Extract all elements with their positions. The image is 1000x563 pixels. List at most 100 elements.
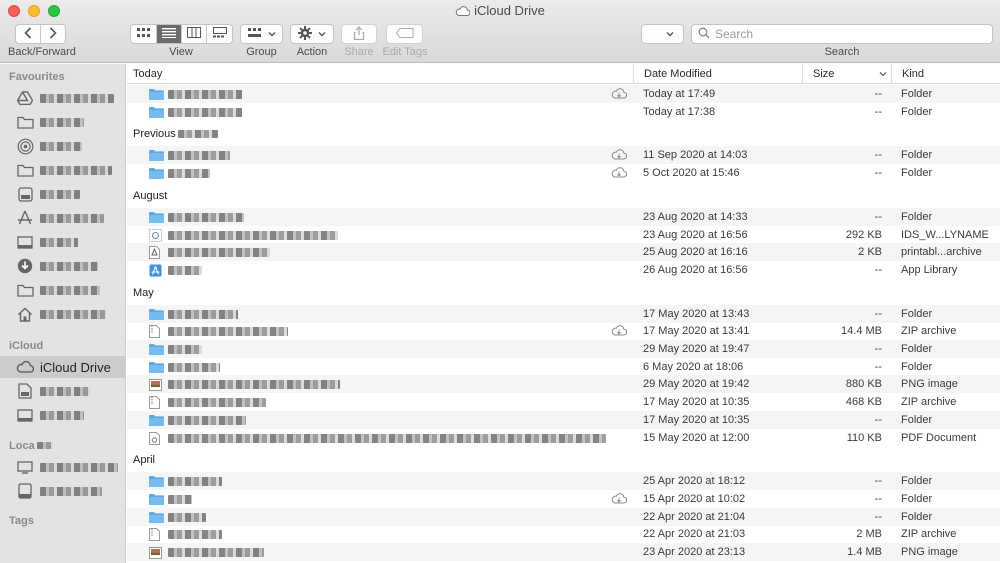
file-name-redacted bbox=[168, 380, 340, 390]
file-row[interactable]: 15 May 2020 at 12:00 110 KB PDF Document bbox=[127, 429, 1000, 447]
icloud-download-icon[interactable] bbox=[611, 149, 628, 163]
action-label: Action bbox=[296, 46, 328, 58]
search-field[interactable] bbox=[691, 24, 993, 44]
sidebar-item-folder[interactable] bbox=[0, 159, 125, 181]
file-row[interactable]: 17 May 2020 at 13:41 14.4 MB ZIP archive bbox=[127, 322, 1000, 340]
file-name-redacted bbox=[168, 477, 222, 487]
file-name bbox=[149, 264, 202, 277]
file-kind: Folder bbox=[901, 360, 933, 373]
toolbar: iCloud Drive Back/Forward View Group Act… bbox=[0, 0, 1000, 63]
list-view-button[interactable] bbox=[157, 25, 182, 43]
share-button[interactable] bbox=[341, 24, 377, 44]
file-row[interactable]: Today at 17:49 -- Folder bbox=[127, 85, 1000, 103]
file-name bbox=[149, 475, 222, 488]
back-button[interactable] bbox=[16, 25, 41, 43]
file-row[interactable]: Today at 17:38 -- Folder bbox=[127, 103, 1000, 121]
sidebar-item-label bbox=[40, 384, 90, 399]
group-header: April bbox=[127, 450, 1000, 471]
sidebar-item-label bbox=[40, 283, 100, 298]
sidebar-item-desktop[interactable] bbox=[0, 231, 125, 253]
sidebar-item-label bbox=[40, 115, 84, 130]
search-label: Search bbox=[824, 46, 860, 58]
group-header-title: August bbox=[133, 189, 168, 202]
file-name bbox=[149, 246, 270, 260]
column-header-date-modified[interactable]: Date Modified bbox=[633, 64, 802, 84]
file-name bbox=[149, 167, 210, 180]
file-row[interactable]: 26 Aug 2020 at 16:56 -- App Library bbox=[127, 261, 1000, 279]
icloud-download-icon[interactable] bbox=[611, 88, 628, 102]
file-row[interactable]: 22 Apr 2020 at 21:03 2 MB ZIP archive bbox=[127, 525, 1000, 543]
cloud-icon bbox=[455, 4, 471, 19]
file-row[interactable]: 17 May 2020 at 13:43 -- Folder bbox=[127, 304, 1000, 323]
sidebar-item-icloud-desktop[interactable] bbox=[0, 404, 125, 426]
sidebar-item-home[interactable] bbox=[0, 303, 125, 325]
file-name bbox=[149, 308, 238, 321]
file-date-modified: 17 May 2020 at 10:35 bbox=[643, 396, 750, 409]
share-icon bbox=[353, 25, 365, 43]
gallery-view-button[interactable] bbox=[207, 25, 232, 43]
sidebar-item-google-drive[interactable] bbox=[0, 87, 125, 109]
sidebar-item-disk[interactable] bbox=[0, 480, 125, 502]
file-kind: Folder bbox=[901, 210, 933, 223]
sidebar-item-folder[interactable] bbox=[0, 111, 125, 133]
desktop-icon bbox=[16, 406, 34, 424]
column-header-size[interactable]: Size bbox=[802, 64, 891, 84]
icloud-download-icon[interactable] bbox=[611, 493, 628, 507]
file-row[interactable]: 15 Apr 2020 at 10:02 -- Folder bbox=[127, 490, 1000, 508]
sidebar-item-applications[interactable] bbox=[0, 207, 125, 229]
image-icon bbox=[149, 378, 165, 391]
gear-icon bbox=[298, 25, 312, 43]
column-header-bar: Today Date Modified Size Kind bbox=[127, 64, 1000, 84]
column-view-button[interactable] bbox=[182, 25, 207, 43]
icon-view-button[interactable] bbox=[131, 25, 157, 43]
icloud-download-icon[interactable] bbox=[611, 325, 628, 339]
file-row[interactable]: 25 Apr 2020 at 18:12 -- Folder bbox=[127, 472, 1000, 491]
file-row[interactable]: 23 Apr 2020 at 23:13 1.4 MB PNG image bbox=[127, 543, 1000, 561]
forward-button[interactable] bbox=[41, 25, 65, 43]
file-row[interactable]: 22 Apr 2020 at 21:04 -- Folder bbox=[127, 507, 1000, 526]
sidebar-item-computer[interactable] bbox=[0, 456, 125, 478]
file-size: -- bbox=[874, 105, 882, 118]
sidebar-item-icloud-documents[interactable] bbox=[0, 380, 125, 402]
file-size: 292 KB bbox=[845, 228, 882, 241]
sidebar-item-folder[interactable] bbox=[0, 279, 125, 301]
file-row[interactable]: 5 Oct 2020 at 15:46 -- Folder bbox=[127, 164, 1000, 182]
search-input[interactable] bbox=[715, 27, 985, 41]
icloud-download-icon[interactable] bbox=[611, 167, 628, 181]
folder-icon bbox=[149, 475, 165, 488]
folder-icon bbox=[149, 211, 165, 224]
file-row[interactable]: 23 Aug 2020 at 16:56 292 KB IDS_W...LYNAME bbox=[127, 226, 1000, 244]
file-name-redacted bbox=[168, 494, 192, 504]
file-row[interactable]: 25 Aug 2020 at 16:16 2 KB printabl...archi… bbox=[127, 243, 1000, 262]
group-button[interactable] bbox=[240, 24, 283, 44]
chevron-right-icon bbox=[49, 26, 57, 42]
file-size: -- bbox=[874, 167, 882, 180]
file-row[interactable]: 17 May 2020 at 10:35 468 KB ZIP archive bbox=[127, 393, 1000, 411]
google-drive-icon bbox=[16, 89, 34, 107]
file-name-redacted bbox=[168, 309, 238, 319]
file-row[interactable]: 11 Sep 2020 at 14:03 -- Folder bbox=[127, 146, 1000, 165]
file-name-redacted bbox=[168, 169, 210, 179]
file-size: -- bbox=[874, 307, 882, 320]
action-button[interactable] bbox=[290, 24, 334, 44]
sidebar-item-airdrop[interactable] bbox=[0, 135, 125, 157]
file-kind: PNG image bbox=[901, 378, 958, 391]
sidebar-item-downloads[interactable] bbox=[0, 255, 125, 277]
edit-tags-button[interactable] bbox=[386, 24, 423, 44]
file-date-modified: 11 Sep 2020 at 14:03 bbox=[643, 149, 748, 162]
sidebar-item-documents[interactable] bbox=[0, 183, 125, 205]
file-row[interactable]: 29 May 2020 at 19:47 -- Folder bbox=[127, 340, 1000, 358]
group-header-title: Previous bbox=[133, 128, 176, 141]
file-row[interactable]: 17 May 2020 at 10:35 -- Folder bbox=[127, 410, 1000, 429]
file-date-modified: 22 Apr 2020 at 21:04 bbox=[643, 510, 746, 523]
column-header-kind[interactable]: Kind bbox=[891, 64, 1000, 84]
file-date-modified: 6 May 2020 at 18:06 bbox=[643, 360, 744, 373]
sidebar-item-icloud-drive[interactable]: iCloud Drive bbox=[0, 356, 125, 378]
file-row[interactable]: 6 May 2020 at 18:06 -- Folder bbox=[127, 358, 1000, 376]
file-row[interactable]: 29 May 2020 at 19:42 880 KB PNG image bbox=[127, 375, 1000, 394]
file-name bbox=[149, 88, 242, 101]
column-header-name[interactable]: Today bbox=[127, 64, 633, 84]
search-scope-dropdown[interactable] bbox=[641, 24, 684, 44]
folder-icon bbox=[149, 511, 165, 524]
file-row[interactable]: 23 Aug 2020 at 14:33 -- Folder bbox=[127, 207, 1000, 226]
